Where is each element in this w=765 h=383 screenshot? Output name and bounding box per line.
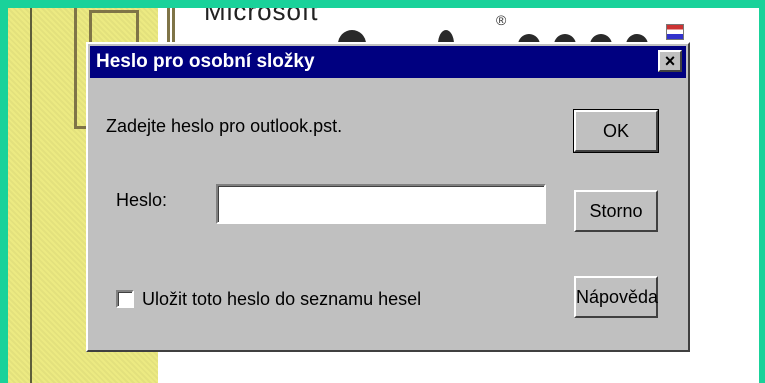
flag-icon xyxy=(666,24,684,40)
ok-button[interactable]: OK xyxy=(573,109,659,153)
remember-password-checkbox[interactable] xyxy=(116,290,134,308)
remember-password-label[interactable]: Uložit toto heslo do seznamu hesel xyxy=(142,289,421,310)
brand-text: Microsoft xyxy=(204,8,319,26)
dialog-titlebar[interactable]: Heslo pro osobní složky × xyxy=(90,46,686,78)
registered-mark: ® xyxy=(496,12,507,28)
help-button[interactable]: Nápověda xyxy=(574,276,658,318)
password-dialog: Heslo pro osobní složky × Zadejte heslo … xyxy=(86,42,690,352)
cancel-button[interactable]: Storno xyxy=(574,190,658,232)
close-icon[interactable]: × xyxy=(658,50,682,72)
password-prompt: Zadejte heslo pro outlook.pst. xyxy=(106,116,343,136)
password-label: Heslo: xyxy=(116,190,168,210)
password-input[interactable] xyxy=(216,184,546,224)
splash-divider xyxy=(30,8,32,383)
dialog-title: Heslo pro osobní složky xyxy=(96,51,315,72)
